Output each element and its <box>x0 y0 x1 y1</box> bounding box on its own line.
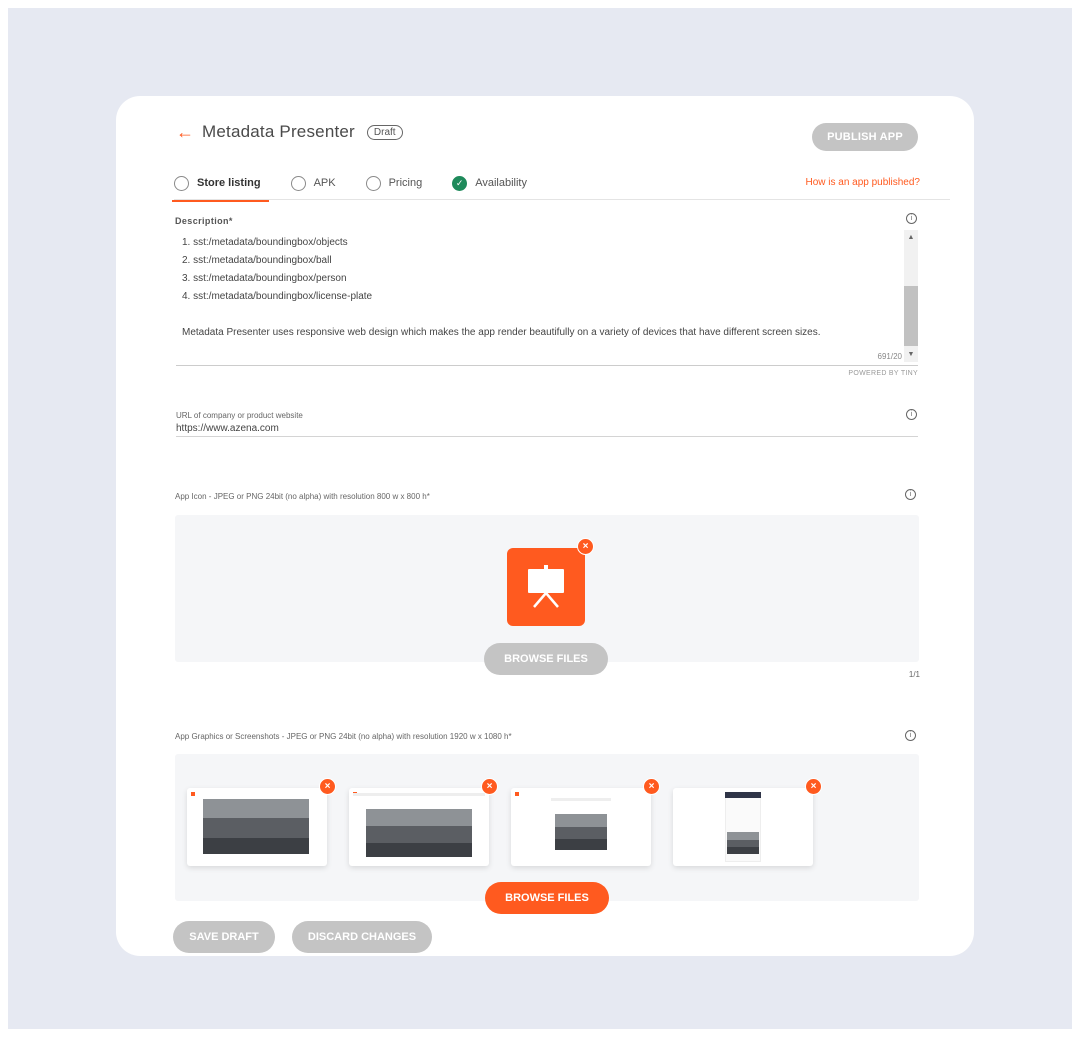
tab-label: Pricing <box>388 177 423 189</box>
brand-dot <box>515 792 519 796</box>
divider <box>174 199 950 200</box>
remove-icon[interactable]: × <box>805 778 822 795</box>
discard-changes-button[interactable]: DISCARD CHANGES <box>292 921 432 953</box>
info-icon[interactable]: i <box>906 409 917 420</box>
screenshot-image <box>203 799 309 854</box>
input-underline <box>176 436 918 437</box>
description-label: Description* <box>175 216 233 226</box>
info-icon[interactable]: i <box>905 489 916 500</box>
description-editor[interactable]: 1. sst:/metadata/boundingbox/objects 2. … <box>176 230 918 366</box>
screenshot-thumbnail[interactable] <box>349 788 489 866</box>
app-editor-card: ← Metadata Presenter Draft PUBLISH APP S… <box>116 96 974 956</box>
powered-by-label: POWERED BY TINY <box>848 370 918 377</box>
file-count: 1/1 <box>908 670 920 679</box>
screenshot-header <box>353 793 485 796</box>
brand-dot <box>191 792 195 796</box>
radio-icon <box>290 175 306 191</box>
radio-icon <box>174 175 189 191</box>
website-input[interactable]: https://www.azena.com <box>176 423 279 434</box>
list-item: 1. sst:/metadata/boundingbox/objects <box>182 237 348 248</box>
remove-icon[interactable]: × <box>481 778 498 795</box>
scroll-down-icon[interactable]: ▼ <box>906 351 916 358</box>
how-published-link[interactable]: How is an app published? <box>805 177 920 188</box>
status-badge: Draft <box>366 124 403 140</box>
check-circle-icon: ✓ <box>452 175 468 191</box>
list-item: 3. sst:/metadata/boundingbox/person <box>182 273 347 284</box>
tab-store-listing[interactable]: Store listing <box>172 172 269 202</box>
header: ← Metadata Presenter Draft <box>176 122 403 142</box>
tab-label: Availability <box>475 177 527 189</box>
tab-label: Store listing <box>197 177 261 189</box>
info-icon[interactable]: i <box>906 213 917 224</box>
remove-icon[interactable]: × <box>319 778 336 795</box>
screenshot-header <box>551 798 611 801</box>
screenshot-image <box>555 814 607 850</box>
tab-label: APK <box>313 177 336 189</box>
list-item: 2. sst:/metadata/boundingbox/ball <box>182 255 332 266</box>
screenshot-image <box>727 832 759 854</box>
presentation-board-icon <box>507 548 585 626</box>
scroll-thumb[interactable] <box>904 286 918 346</box>
browse-files-button[interactable]: BROWSE FILES <box>484 643 608 675</box>
remove-icon[interactable]: × <box>643 778 660 795</box>
tab-availability[interactable]: ✓ Availability <box>452 172 527 194</box>
description-paragraph: Metadata Presenter uses responsive web d… <box>182 327 821 338</box>
screenshot-thumbnail[interactable] <box>187 788 327 866</box>
back-arrow-icon[interactable]: ← <box>176 123 194 141</box>
screenshot-image <box>366 809 472 857</box>
radio-icon <box>365 175 381 191</box>
save-draft-button[interactable]: SAVE DRAFT <box>173 921 275 953</box>
app-icon-label: App Icon - JPEG or PNG 24bit (no alpha) … <box>175 492 430 501</box>
screenshot-thumbnail[interactable] <box>673 788 813 866</box>
editor-scrollbar[interactable]: ▲ ▼ <box>904 230 918 362</box>
tab-bar: Store listing APK Pricing ✓ Availability <box>172 172 557 202</box>
screenshots-label: App Graphics or Screenshots - JPEG or PN… <box>175 732 512 741</box>
character-count: 691/20 <box>877 352 902 361</box>
publish-app-button[interactable]: PUBLISH APP <box>812 123 918 151</box>
tab-pricing[interactable]: Pricing <box>365 172 423 194</box>
tab-apk[interactable]: APK <box>290 172 336 194</box>
browse-files-button[interactable]: BROWSE FILES <box>485 882 609 914</box>
page-title: Metadata Presenter <box>202 122 355 141</box>
screenshot-header <box>725 792 761 798</box>
scroll-up-icon[interactable]: ▲ <box>906 234 916 241</box>
website-label: URL of company or product website <box>176 411 303 420</box>
info-icon[interactable]: i <box>905 730 916 741</box>
description-list: 1. sst:/metadata/boundingbox/objects 2. … <box>182 234 372 306</box>
list-item: 4. sst:/metadata/boundingbox/license-pla… <box>182 291 373 302</box>
remove-icon[interactable]: × <box>577 538 594 555</box>
screenshot-thumbnail[interactable] <box>511 788 651 866</box>
